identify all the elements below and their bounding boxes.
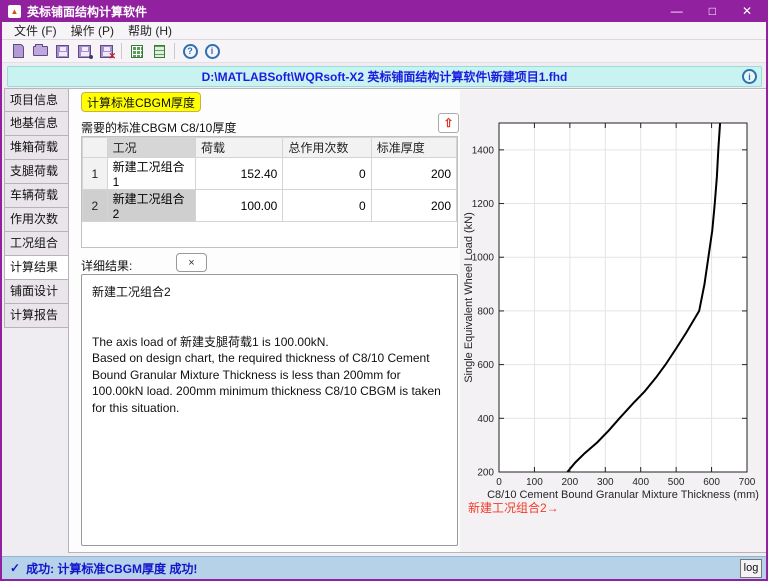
detail-result-label: 详细结果: (81, 257, 132, 274)
save-as-button[interactable] (73, 42, 95, 61)
table-caption: 需要的标准CBGM C8/10厚度 (81, 119, 236, 136)
results-table: 工况 荷载 总作用次数 标准厚度 1 新建工况组合1 152.40 0 200 … (81, 136, 458, 248)
report-doc-icon (154, 45, 165, 58)
about-button[interactable]: i (201, 42, 223, 61)
svg-text:新建工况组合2→: 新建工况组合2→ (468, 500, 559, 515)
new-file-button[interactable] (7, 42, 29, 61)
cell-times[interactable]: 0 (283, 190, 371, 222)
cell-case-name[interactable]: 新建工况组合2 (107, 190, 195, 222)
svg-text:700: 700 (739, 477, 756, 488)
info-icon[interactable]: i (742, 69, 757, 84)
about-icon: i (205, 44, 220, 59)
svg-text:400: 400 (477, 414, 494, 425)
svg-text:1400: 1400 (472, 145, 495, 156)
table-row: 2 新建工况组合2 100.00 0 200 (83, 190, 457, 222)
svg-text:C8/10 Cement Bound Granular Mi: C8/10 Cement Bound Granular Mixture Thic… (487, 489, 759, 501)
cell-load[interactable]: 152.40 (196, 158, 283, 190)
toolbar-separator (174, 43, 175, 59)
col-header-thickness: 标准厚度 (371, 138, 456, 158)
minimize-button[interactable]: — (671, 0, 683, 22)
table-header-row: 工况 荷载 总作用次数 标准厚度 (83, 138, 457, 158)
up-arrow-icon: ⇧ (443, 116, 453, 130)
svg-text:600: 600 (703, 477, 720, 488)
menu-help[interactable]: 帮助 (H) (122, 21, 178, 40)
cell-load[interactable]: 100.00 (196, 190, 283, 222)
sidebar-item-pavement-design[interactable]: 铺面设计 (4, 280, 69, 304)
svg-text:200: 200 (562, 477, 579, 488)
detail-result-text[interactable]: 新建工况组合2 The axis load of 新建支腿荷载1 is 100.… (81, 274, 458, 546)
sidebar-item-leg-load[interactable]: 支腿荷载 (4, 160, 69, 184)
open-folder-icon (33, 46, 48, 56)
save-as-badge-icon (89, 55, 93, 59)
svg-text:1000: 1000 (472, 253, 495, 264)
sidebar-item-load-combination[interactable]: 工况组合 (4, 232, 69, 256)
table-row: 1 新建工况组合1 152.40 0 200 (83, 158, 457, 190)
sidebar-item-project-info[interactable]: 项目信息 (4, 88, 69, 112)
help-icon: ? (183, 44, 198, 59)
sidebar: 项目信息 地基信息 堆箱荷载 支腿荷载 车辆荷载 作用次数 工况组合 计算结果 … (4, 88, 69, 328)
menu-file[interactable]: 文件 (F) (8, 21, 63, 40)
export-table-button[interactable]: ⇧ (438, 113, 459, 133)
excel-grid-icon (131, 45, 143, 58)
design-chart: 0 100 200 300 400 500 600 700 200 400 600 800 1000 12… (460, 90, 767, 552)
svg-text:100: 100 (526, 477, 543, 488)
new-file-icon (13, 44, 24, 58)
sidebar-item-foundation-info[interactable]: 地基信息 (4, 112, 69, 136)
title-bar[interactable]: ▲ 英标铺面结构计算软件 — □ ✕ (0, 0, 768, 22)
svg-text:Single Equivalent Wheel Load (: Single Equivalent Wheel Load (kN) (463, 212, 475, 383)
svg-text:600: 600 (477, 360, 494, 371)
close-button[interactable]: ✕ (742, 0, 752, 22)
project-path-bar: D:\MATLABSoft\WQRsoft-X2 英标铺面结构计算软件\新建项目… (7, 66, 762, 87)
save-file-button[interactable] (51, 42, 73, 61)
menu-bar: 文件 (F) 操作 (P) 帮助 (H) (2, 22, 766, 40)
toolbar-separator (121, 43, 122, 59)
menu-operation[interactable]: 操作 (P) (65, 21, 120, 40)
log-button[interactable]: log (740, 559, 762, 578)
toolbar: ✕ ? i (2, 40, 766, 63)
svg-text:400: 400 (632, 477, 649, 488)
close-file-x-icon: ✕ (108, 52, 116, 61)
svg-text:800: 800 (477, 306, 494, 317)
project-path: D:\MATLABSoft\WQRsoft-X2 英标铺面结构计算软件\新建项目… (8, 68, 761, 85)
svg-text:0: 0 (496, 477, 502, 488)
svg-text:500: 500 (668, 477, 685, 488)
cell-case-name[interactable]: 新建工况组合1 (107, 158, 195, 190)
close-file-button[interactable]: ✕ (95, 42, 117, 61)
svg-text:1200: 1200 (472, 199, 495, 210)
app-window: ▲ 英标铺面结构计算软件 — □ ✕ 文件 (F) 操作 (P) 帮助 (H) … (0, 0, 768, 581)
export-excel-button[interactable] (126, 42, 148, 61)
row-number: 1 (83, 158, 108, 190)
design-chart-svg: 0 100 200 300 400 500 600 700 200 400 600 800 1000 12… (460, 90, 767, 552)
svg-text:200: 200 (477, 468, 494, 479)
col-header-load: 荷载 (196, 138, 283, 158)
save-disk-icon (56, 45, 69, 58)
col-header-times: 总作用次数 (283, 138, 371, 158)
sidebar-item-calculation-results[interactable]: 计算结果 (4, 256, 69, 280)
window-title: 英标铺面结构计算软件 (27, 3, 147, 20)
svg-text:300: 300 (597, 477, 614, 488)
sidebar-item-application-times[interactable]: 作用次数 (4, 208, 69, 232)
calc-cbgm-thickness-button[interactable]: 计算标准CBGM厚度 (81, 92, 201, 112)
cell-thickness[interactable]: 200 (371, 190, 456, 222)
row-number: 2 (83, 190, 108, 222)
sidebar-item-calculation-report[interactable]: 计算报告 (4, 304, 69, 328)
cell-times[interactable]: 0 (283, 158, 371, 190)
sidebar-item-container-load[interactable]: 堆箱荷载 (4, 136, 69, 160)
app-logo-icon: ▲ (8, 5, 21, 18)
status-message: 成功: 计算标准CBGM厚度 成功! (26, 560, 197, 577)
cell-thickness[interactable]: 200 (371, 158, 456, 190)
maximize-button[interactable]: □ (709, 0, 716, 22)
success-check-icon: ✓ (10, 561, 20, 575)
sidebar-item-vehicle-load[interactable]: 车辆荷载 (4, 184, 69, 208)
col-header-case: 工况 (107, 138, 195, 158)
export-report-button[interactable] (148, 42, 170, 61)
detail-close-button[interactable]: × (176, 253, 207, 272)
row-number-header (83, 138, 108, 158)
status-bar: ✓ 成功: 计算标准CBGM厚度 成功! log (2, 556, 766, 579)
help-button[interactable]: ? (179, 42, 201, 61)
open-file-button[interactable] (29, 42, 51, 61)
content-panel: 计算标准CBGM厚度 需要的标准CBGM C8/10厚度 ⇧ 工况 荷载 总作用… (68, 88, 767, 553)
